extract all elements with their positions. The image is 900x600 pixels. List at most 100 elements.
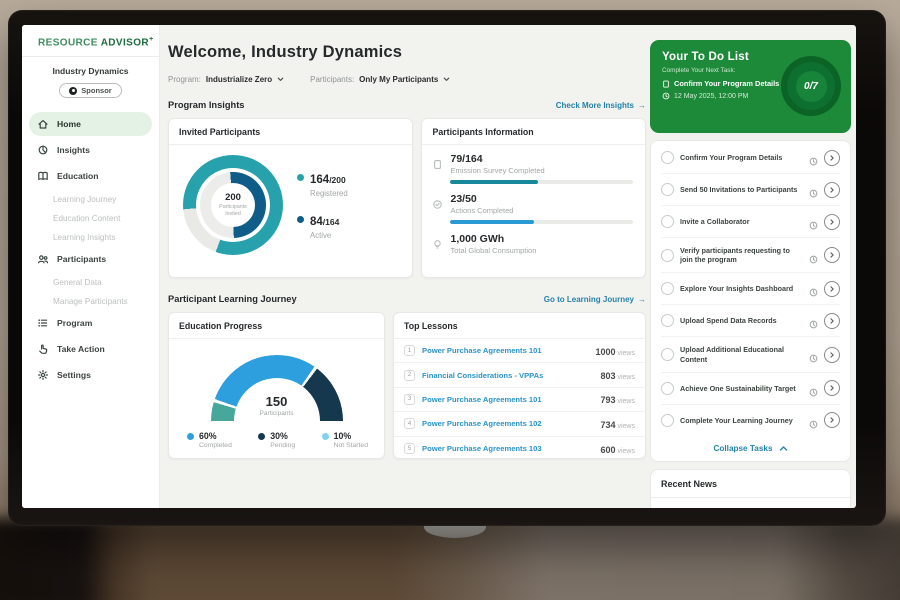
- participants-filter-dropdown[interactable]: Participants: Only My Participants: [310, 75, 450, 84]
- chevron-up-icon: [779, 445, 788, 452]
- task-checkbox[interactable]: [661, 314, 674, 327]
- donut-center-label: Participants Invited: [211, 204, 255, 217]
- task-label: Upload Additional Educational Content: [680, 345, 803, 364]
- task-go-button[interactable]: [824, 182, 840, 198]
- stat-label: Actions Completed: [450, 206, 633, 215]
- task-row-send-invitations: Send 50 Invitations to Participants: [661, 174, 840, 206]
- task-checkbox[interactable]: [661, 414, 674, 427]
- task-go-button[interactable]: [824, 412, 840, 428]
- take-action-icon: [37, 343, 49, 355]
- task-checkbox[interactable]: [661, 215, 674, 228]
- sidebar-item-participants[interactable]: Participants: [29, 247, 152, 271]
- sidebar-item-settings[interactable]: Settings: [29, 363, 152, 387]
- sidebar-item-program[interactable]: Program: [29, 311, 152, 335]
- lesson-title-link[interactable]: Power Purchase Agreements 101: [422, 395, 593, 404]
- chevron-down-icon: [277, 76, 284, 83]
- lesson-views: 734: [600, 420, 615, 430]
- program-filter-dropdown[interactable]: Program: Industrialize Zero: [168, 75, 284, 84]
- dashboard-screen: RESOURCE ADVISOR+ Industry Dynamics Spon…: [22, 25, 856, 508]
- task-row-achieve-target: Achieve One Sustainability Target: [661, 373, 840, 405]
- task-checkbox[interactable]: [661, 183, 674, 196]
- not-started-label: Not Started: [334, 442, 368, 449]
- brand-plus: +: [149, 36, 154, 43]
- main-content: Welcome, Industry Dynamics Program: Indu…: [168, 25, 646, 508]
- lesson-views-suffix: views: [617, 374, 635, 381]
- progress-bar-track: [450, 180, 633, 184]
- task-label: Invite a Collaborator: [680, 217, 803, 227]
- task-go-button[interactable]: [824, 214, 840, 230]
- participants-information-body: 79/164 Emission Survey Completed 23/50 A…: [422, 145, 645, 255]
- task-row-invite-collaborator: Invite a Collaborator: [661, 206, 840, 238]
- task-go-button[interactable]: [824, 380, 840, 396]
- invited-participants-card: Invited Participants 200 Participants In…: [168, 118, 413, 278]
- task-go-button[interactable]: [824, 281, 840, 297]
- lesson-title-link[interactable]: Financial Considerations - VPPAs: [422, 371, 593, 380]
- lesson-views: 600: [600, 445, 615, 455]
- education-progress-gauge-chart: 150 Participants: [211, 355, 343, 421]
- education-progress-card: Education Progress 150 Participants: [168, 312, 385, 459]
- page-title: Welcome, Industry Dynamics: [168, 43, 646, 62]
- lesson-row: 5 Power Purchase Agreements 103 600views: [394, 437, 645, 461]
- sidebar-item-label: Insights: [57, 145, 90, 155]
- task-go-button[interactable]: [824, 347, 840, 363]
- lesson-views: 803: [600, 371, 615, 381]
- recent-news-title: Recent News: [651, 470, 850, 498]
- sidebar-item-take-action[interactable]: Take Action: [29, 337, 152, 361]
- completed-percent: 60%: [199, 431, 232, 441]
- lesson-title-link[interactable]: Power Purchase Agreements 102: [422, 419, 593, 428]
- collapse-tasks-link[interactable]: Collapse Tasks: [661, 436, 840, 458]
- sidebar-item-insights[interactable]: Insights: [29, 138, 152, 162]
- task-checkbox[interactable]: [661, 249, 674, 262]
- insights-cards-row: Invited Participants 200 Participants In…: [168, 118, 646, 278]
- lesson-title-link[interactable]: Power Purchase Agreements 103: [422, 444, 593, 453]
- go-to-learning-journey-link[interactable]: Go to Learning Journey →: [544, 295, 646, 304]
- sidebar: RESOURCE ADVISOR+ Industry Dynamics Spon…: [22, 25, 160, 508]
- top-lessons-card: Top Lessons 1 Power Purchase Agreements …: [393, 312, 646, 459]
- lesson-title-link[interactable]: Power Purchase Agreements 101: [422, 346, 588, 355]
- legend-dot-not-started: [322, 433, 329, 440]
- task-checkbox[interactable]: [661, 382, 674, 395]
- check-more-insights-link[interactable]: Check More Insights →: [556, 101, 646, 110]
- lesson-views: 1000: [595, 347, 615, 357]
- learning-journey-header: Participant Learning Journey Go to Learn…: [168, 294, 646, 304]
- collapse-tasks-label: Collapse Tasks: [713, 444, 772, 453]
- check-more-insights-label: Check More Insights: [556, 101, 634, 110]
- sidebar-item-manage-participants[interactable]: Manage Participants: [29, 292, 152, 311]
- legend-completed: 60% Completed: [187, 431, 232, 449]
- lesson-row: 3 Power Purchase Agreements 101 793views: [394, 388, 645, 412]
- sidebar-item-education[interactable]: Education: [29, 164, 152, 188]
- legend-dot-completed: [187, 433, 194, 440]
- task-go-button[interactable]: [824, 247, 840, 263]
- task-checkbox[interactable]: [661, 151, 674, 164]
- legend-not-started: 10% Not Started: [322, 431, 368, 449]
- task-go-button[interactable]: [824, 313, 840, 329]
- program-filter-value: Industrialize Zero: [206, 75, 272, 84]
- task-go-button[interactable]: [824, 150, 840, 166]
- clock-icon: [809, 316, 818, 325]
- sponsor-badge[interactable]: Sponsor: [59, 83, 121, 98]
- sidebar-item-general-data[interactable]: General Data: [29, 273, 152, 292]
- program-filter-label: Program:: [168, 75, 201, 84]
- task-checkbox[interactable]: [661, 282, 674, 295]
- lesson-rank: 2: [404, 370, 415, 381]
- legend-pending: 30% Pending: [258, 431, 295, 449]
- lesson-row: 2 Financial Considerations - VPPAs 803vi…: [394, 363, 645, 387]
- home-icon: [37, 118, 49, 130]
- sidebar-item-learning-journey[interactable]: Learning Journey: [29, 190, 152, 209]
- legend-dot-registered: [297, 174, 304, 181]
- arrow-right-icon: →: [638, 295, 646, 304]
- sidebar-item-home[interactable]: Home: [29, 112, 152, 136]
- lesson-row: 4 Power Purchase Agreements 102 734views: [394, 412, 645, 436]
- participants-information-card: Participants Information 79/164 Emission…: [421, 118, 646, 278]
- brand-name-secondary: ADVISOR: [101, 37, 149, 48]
- clock-icon: [809, 185, 818, 194]
- gauge-center-label: Participants: [260, 410, 294, 417]
- sponsor-badge-label: Sponsor: [81, 86, 111, 95]
- sidebar-item-label: Program: [57, 318, 92, 328]
- task-checkbox[interactable]: [661, 348, 674, 361]
- progress-bar-track: [450, 220, 633, 224]
- clock-icon: [809, 251, 818, 260]
- sidebar-item-education-content[interactable]: Education Content: [29, 209, 152, 228]
- sidebar-item-learning-insights[interactable]: Learning Insights: [29, 228, 152, 247]
- pending-percent: 30%: [270, 431, 295, 441]
